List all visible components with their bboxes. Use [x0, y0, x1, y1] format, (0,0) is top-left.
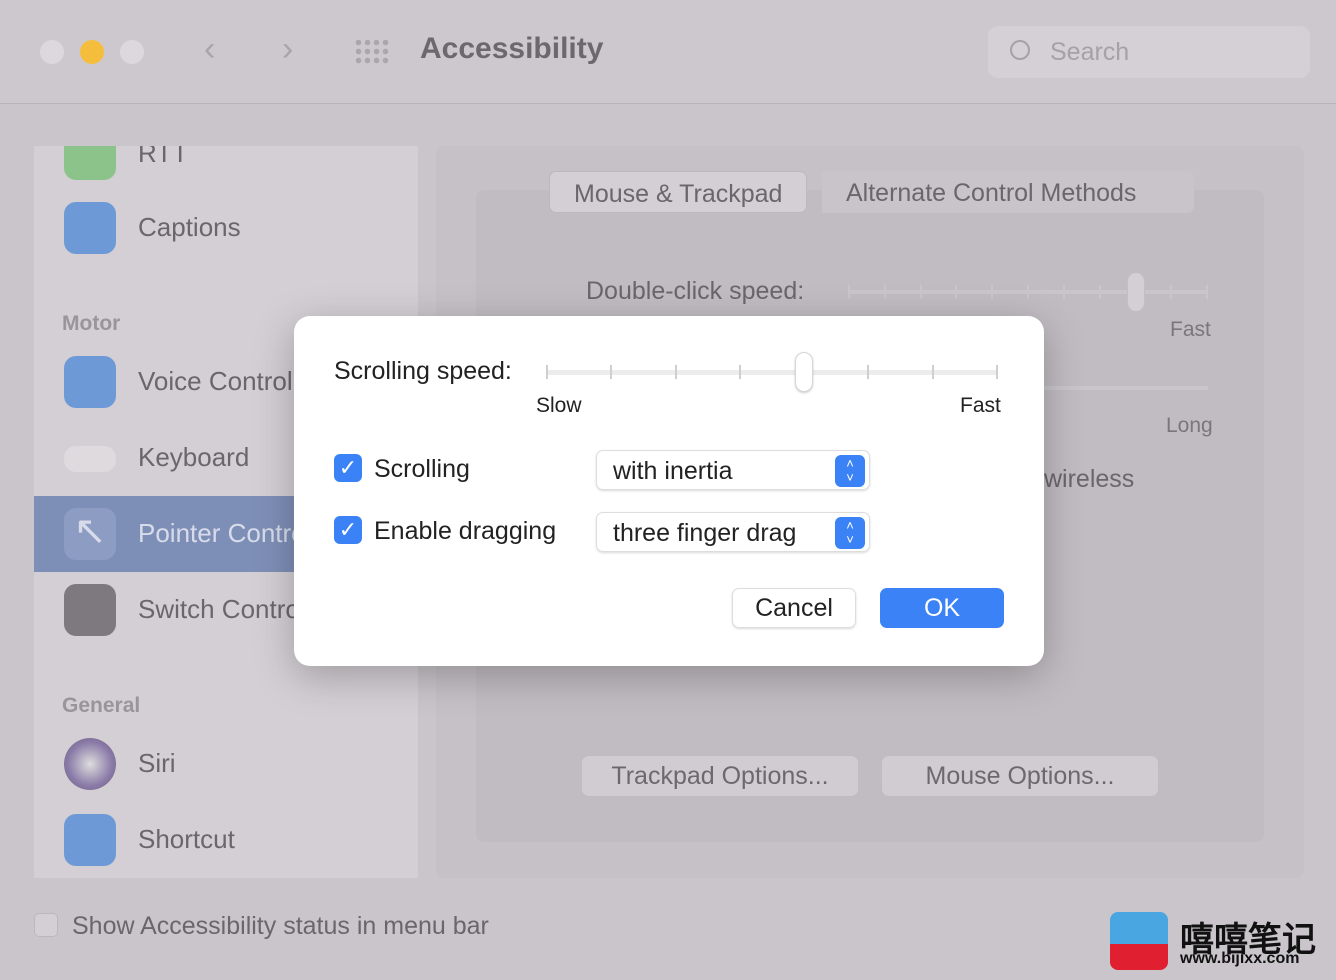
fast-label: Fast — [1170, 318, 1211, 341]
slider-tick — [1098, 285, 1101, 299]
status-checkbox-label: Show Accessibility status in menu bar — [72, 912, 489, 940]
slider-tick — [1206, 285, 1208, 299]
search-placeholder: Search — [1050, 38, 1130, 66]
captions-icon — [64, 202, 116, 254]
slider-tick — [931, 365, 934, 379]
forward-icon[interactable]: › — [282, 30, 293, 69]
sidebar-item-captions[interactable]: Captions — [34, 190, 418, 266]
slider-tick — [955, 285, 958, 299]
search-icon — [1010, 40, 1030, 60]
slider-tick — [996, 365, 998, 379]
fast-label: Fast — [960, 394, 1001, 417]
section-general: General — [62, 694, 141, 717]
slider-tick — [919, 285, 922, 299]
cancel-button[interactable]: Cancel — [732, 588, 856, 628]
ok-button[interactable]: OK — [880, 588, 1004, 628]
long-label: Long — [1166, 414, 1213, 437]
slider-track[interactable] — [1040, 386, 1208, 390]
watermark-url: www.bijixx.com — [1180, 950, 1300, 967]
label: Captions — [138, 212, 241, 242]
pointer-icon: ↖ — [64, 508, 116, 560]
scrolling-speed-label: Scrolling speed: — [334, 357, 512, 385]
watermark-logo — [1110, 912, 1168, 970]
minimize-button[interactable] — [80, 40, 104, 64]
slider-thumb[interactable] — [1127, 272, 1145, 312]
slider-thumb[interactable] — [794, 352, 813, 392]
label: Pointer Control — [138, 518, 312, 548]
trackpad-options-dialog: Scrolling speed: Slow Fast ✓ Scrolling w… — [294, 316, 1044, 666]
label: Keyboard — [138, 442, 250, 472]
label: Siri — [138, 748, 176, 778]
slider-tick — [738, 365, 741, 379]
sidebar-item-rtt[interactable]: RTT — [34, 146, 418, 192]
slider-tick — [1170, 285, 1173, 299]
slider-tick — [1027, 285, 1029, 299]
status-checkbox[interactable] — [34, 913, 58, 937]
back-icon[interactable]: ‹ — [204, 30, 215, 69]
slider-tick — [867, 365, 870, 379]
chevron-updown-icon: ˄ ˅ — [835, 455, 865, 487]
title-bar: ‹ › Accessibility Search — [0, 0, 1336, 104]
slow-label: Slow — [536, 394, 582, 417]
section-motor: Motor — [62, 312, 121, 335]
enable-dragging-label: Enable dragging — [374, 517, 557, 545]
tab-mouse-trackpad[interactable]: Mouse & Trackpad — [549, 171, 808, 213]
voice-control-icon — [64, 356, 116, 408]
keyboard-icon — [64, 446, 116, 472]
scrolling-label: Scrolling — [374, 455, 470, 483]
slider-tick — [848, 285, 850, 299]
close-button[interactable] — [40, 40, 64, 64]
siri-icon — [64, 738, 116, 790]
selected-value: three finger drag — [613, 519, 797, 547]
label: Switch Control — [138, 594, 306, 624]
double-click-speed-label: Double-click speed: — [586, 277, 805, 305]
enable-dragging-checkbox[interactable]: ✓ — [334, 516, 362, 544]
double-click-speed-slider[interactable] — [848, 272, 1208, 312]
label: Voice Control — [138, 366, 293, 396]
slider-tick — [883, 285, 886, 299]
slider-tick — [546, 365, 548, 379]
sidebar-item-siri[interactable]: Siri — [34, 726, 418, 802]
grid-icon[interactable] — [354, 38, 390, 66]
zoom-button[interactable] — [120, 40, 144, 64]
trackpad-options-button[interactable]: Trackpad Options... — [582, 756, 858, 796]
sidebar-item-shortcut[interactable]: Shortcut — [34, 802, 418, 878]
scrolling-select[interactable]: with inertia ˄ ˅ — [596, 450, 870, 490]
label: Shortcut — [138, 824, 235, 854]
accessibility-shortcut-icon — [64, 814, 116, 866]
label: RTT — [138, 146, 189, 168]
slider-tick — [1062, 285, 1065, 299]
search-input[interactable]: Search — [988, 26, 1310, 78]
wireless-text: wireless — [1044, 465, 1135, 493]
slider-tick — [674, 365, 677, 379]
slider-tick — [991, 285, 994, 299]
selected-value: with inertia — [613, 457, 733, 485]
tab-alternate-control-methods[interactable]: Alternate Control Methods — [822, 171, 1194, 213]
scrolling-checkbox[interactable]: ✓ — [334, 454, 362, 482]
chevron-updown-icon: ˄ ˅ — [835, 517, 865, 549]
scrolling-speed-slider[interactable] — [546, 352, 998, 392]
switch-control-icon — [64, 584, 116, 636]
rtt-icon — [64, 146, 116, 180]
mouse-options-button[interactable]: Mouse Options... — [882, 756, 1158, 796]
slider-tick — [610, 365, 613, 379]
window-title: Accessibility — [420, 32, 604, 65]
dragging-select[interactable]: three finger drag ˄ ˅ — [596, 512, 870, 552]
